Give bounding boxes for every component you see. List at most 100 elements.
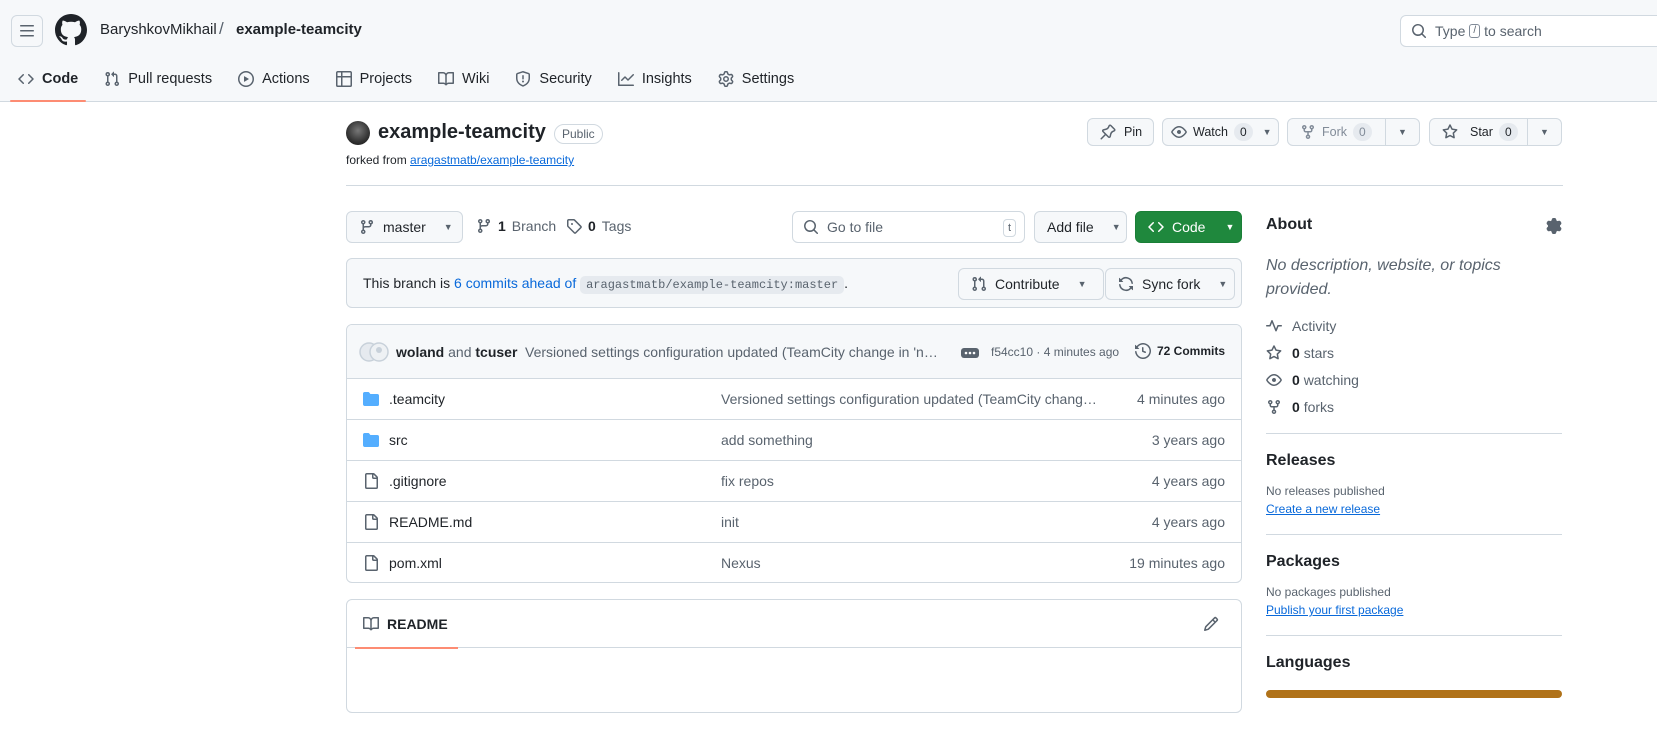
readme-panel: README	[346, 599, 1242, 713]
stars-label: stars	[1303, 345, 1335, 361]
add-file-label: Add file	[1047, 219, 1094, 235]
pin-label: Pin	[1124, 125, 1143, 139]
commit-count-link[interactable]: 72 Commits	[1135, 343, 1225, 359]
file-time: 4 minutes ago	[1137, 391, 1225, 407]
tab-wiki[interactable]: Wiki	[430, 64, 497, 94]
search-input[interactable]: Type / to search	[1400, 15, 1657, 47]
code-icon	[1148, 221, 1164, 233]
tab-actions[interactable]: Actions	[230, 64, 318, 94]
gear-icon	[718, 71, 734, 87]
folder-icon	[363, 433, 379, 447]
breadcrumb-owner[interactable]: BaryshkovMikhail	[100, 21, 217, 38]
tab-code[interactable]: Code	[10, 64, 87, 102]
tab-security[interactable]: Security	[507, 64, 599, 94]
tab-wiki-label: Wiki	[462, 71, 490, 87]
ellipsis-icon[interactable]	[961, 347, 979, 359]
commit-author-2[interactable]: tcuser	[475, 344, 517, 360]
branch-selector[interactable]: master ▼	[346, 211, 463, 243]
fork-button[interactable]: Fork 0 ▼	[1287, 118, 1420, 146]
commit-author-1[interactable]: woland	[396, 344, 444, 360]
file-name[interactable]: .gitignore	[389, 473, 447, 489]
forked-from-link[interactable]: aragastmatb/example-teamcity	[410, 153, 574, 167]
file-commit-message[interactable]: Versioned settings configuration updated…	[721, 391, 1111, 407]
tags-link[interactable]: 0 Tags	[566, 218, 631, 234]
tab-insights[interactable]: Insights	[610, 64, 700, 94]
fork-dropdown-chevron-icon[interactable]: ▼	[1398, 127, 1407, 137]
file-row[interactable]: .gitignore fix repos 4 years ago	[347, 461, 1241, 502]
commit-message[interactable]: Versioned settings configuration updated…	[525, 344, 945, 360]
star-count: 0	[1498, 123, 1518, 141]
releases-empty: No releases published	[1266, 484, 1385, 498]
chevron-down-icon: ▼	[1111, 222, 1121, 232]
pull-request-icon	[105, 71, 120, 87]
gear-icon[interactable]	[1546, 218, 1562, 234]
readme-header: README	[347, 600, 1241, 649]
menu-button[interactable]	[11, 15, 43, 47]
forks-label: forks	[1303, 399, 1335, 415]
commit-count: 72 Commits	[1157, 344, 1226, 358]
file-name[interactable]: src	[389, 432, 408, 448]
file-name[interactable]: README.md	[389, 514, 472, 530]
forks-link[interactable]: 0 forks	[1266, 399, 1562, 415]
tab-settings[interactable]: Settings	[710, 64, 802, 94]
forked-prefix: forked from	[346, 153, 407, 167]
packages-empty: No packages published	[1266, 585, 1391, 599]
readme-tab[interactable]: README	[355, 616, 458, 649]
star-dropdown-chevron-icon[interactable]: ▼	[1540, 127, 1549, 137]
graph-icon	[617, 72, 634, 86]
pulse-icon	[1266, 320, 1282, 332]
stars-link[interactable]: 0 stars	[1266, 345, 1562, 361]
pin-button[interactable]: Pin	[1087, 118, 1154, 146]
star-icon	[1442, 124, 1458, 139]
ahead-commits-link[interactable]: 6 commits ahead of	[454, 275, 576, 291]
file-row[interactable]: pom.xml Nexus 19 minutes ago	[347, 543, 1241, 582]
branches-link[interactable]: 1 Branch	[476, 218, 556, 234]
tab-actions-label: Actions	[262, 71, 310, 87]
commit-sha-time[interactable]: f54cc10 · 4 minutes ago	[991, 345, 1119, 359]
breadcrumb-repo[interactable]: example-teamcity	[236, 21, 362, 38]
branch-icon	[360, 220, 373, 235]
sync-fork-button[interactable]: Sync fork ▼	[1105, 268, 1235, 300]
github-logo-icon[interactable]	[55, 14, 87, 46]
file-row[interactable]: src add something 3 years ago	[347, 420, 1241, 461]
file-row[interactable]: .teamcity Versioned settings configurati…	[347, 379, 1241, 420]
releases-heading[interactable]: Releases	[1266, 452, 1562, 470]
publish-package-link[interactable]: Publish your first package	[1266, 603, 1562, 617]
file-commit-message[interactable]: add something	[721, 432, 1111, 448]
commit-avatars[interactable]	[359, 342, 393, 362]
activity-link[interactable]: Activity	[1266, 318, 1562, 334]
play-icon	[238, 71, 255, 87]
watch-button[interactable]: Watch 0 ▼	[1162, 118, 1279, 146]
packages-heading[interactable]: Packages	[1266, 553, 1562, 571]
repo-title[interactable]: example-teamcity	[378, 121, 546, 144]
code-button[interactable]: Code ▼	[1135, 211, 1242, 243]
tab-pull-requests[interactable]: Pull requests	[96, 64, 220, 94]
file-row[interactable]: README.md init 4 years ago	[347, 502, 1241, 543]
code-button-label: Code	[1172, 219, 1206, 235]
create-release-link[interactable]: Create a new release	[1266, 502, 1562, 516]
go-to-file-input[interactable]: Go to file t	[792, 211, 1025, 243]
add-file-button[interactable]: Add file ▼	[1034, 211, 1127, 243]
about-heading: About	[1266, 216, 1313, 233]
file-commit-message[interactable]: init	[721, 514, 1111, 530]
visibility-badge: Public	[554, 124, 603, 144]
file-commit-message[interactable]: Nexus	[721, 555, 1111, 571]
pencil-icon[interactable]	[1203, 616, 1219, 632]
chevron-down-icon: ▼	[1262, 127, 1272, 137]
watching-link[interactable]: 0 watching	[1266, 372, 1562, 388]
tab-settings-label: Settings	[741, 71, 795, 87]
file-browser: woland and tcuser Versioned settings con…	[346, 324, 1242, 583]
file-name[interactable]: .teamcity	[389, 391, 445, 407]
tab-projects[interactable]: Projects	[328, 64, 420, 94]
sync-icon	[1119, 277, 1133, 291]
eye-icon	[1266, 374, 1282, 386]
tag-count: 0	[588, 218, 596, 234]
file-time: 19 minutes ago	[1129, 555, 1225, 571]
file-commit-message[interactable]: fix repos	[721, 473, 1111, 489]
file-name[interactable]: pom.xml	[389, 555, 442, 571]
pin-icon	[1100, 124, 1116, 140]
star-button[interactable]: Star 0 ▼	[1429, 118, 1562, 146]
contribute-button[interactable]: Contribute ▼	[958, 268, 1104, 300]
tag-icon	[567, 219, 582, 234]
owner-avatar[interactable]	[346, 121, 370, 145]
